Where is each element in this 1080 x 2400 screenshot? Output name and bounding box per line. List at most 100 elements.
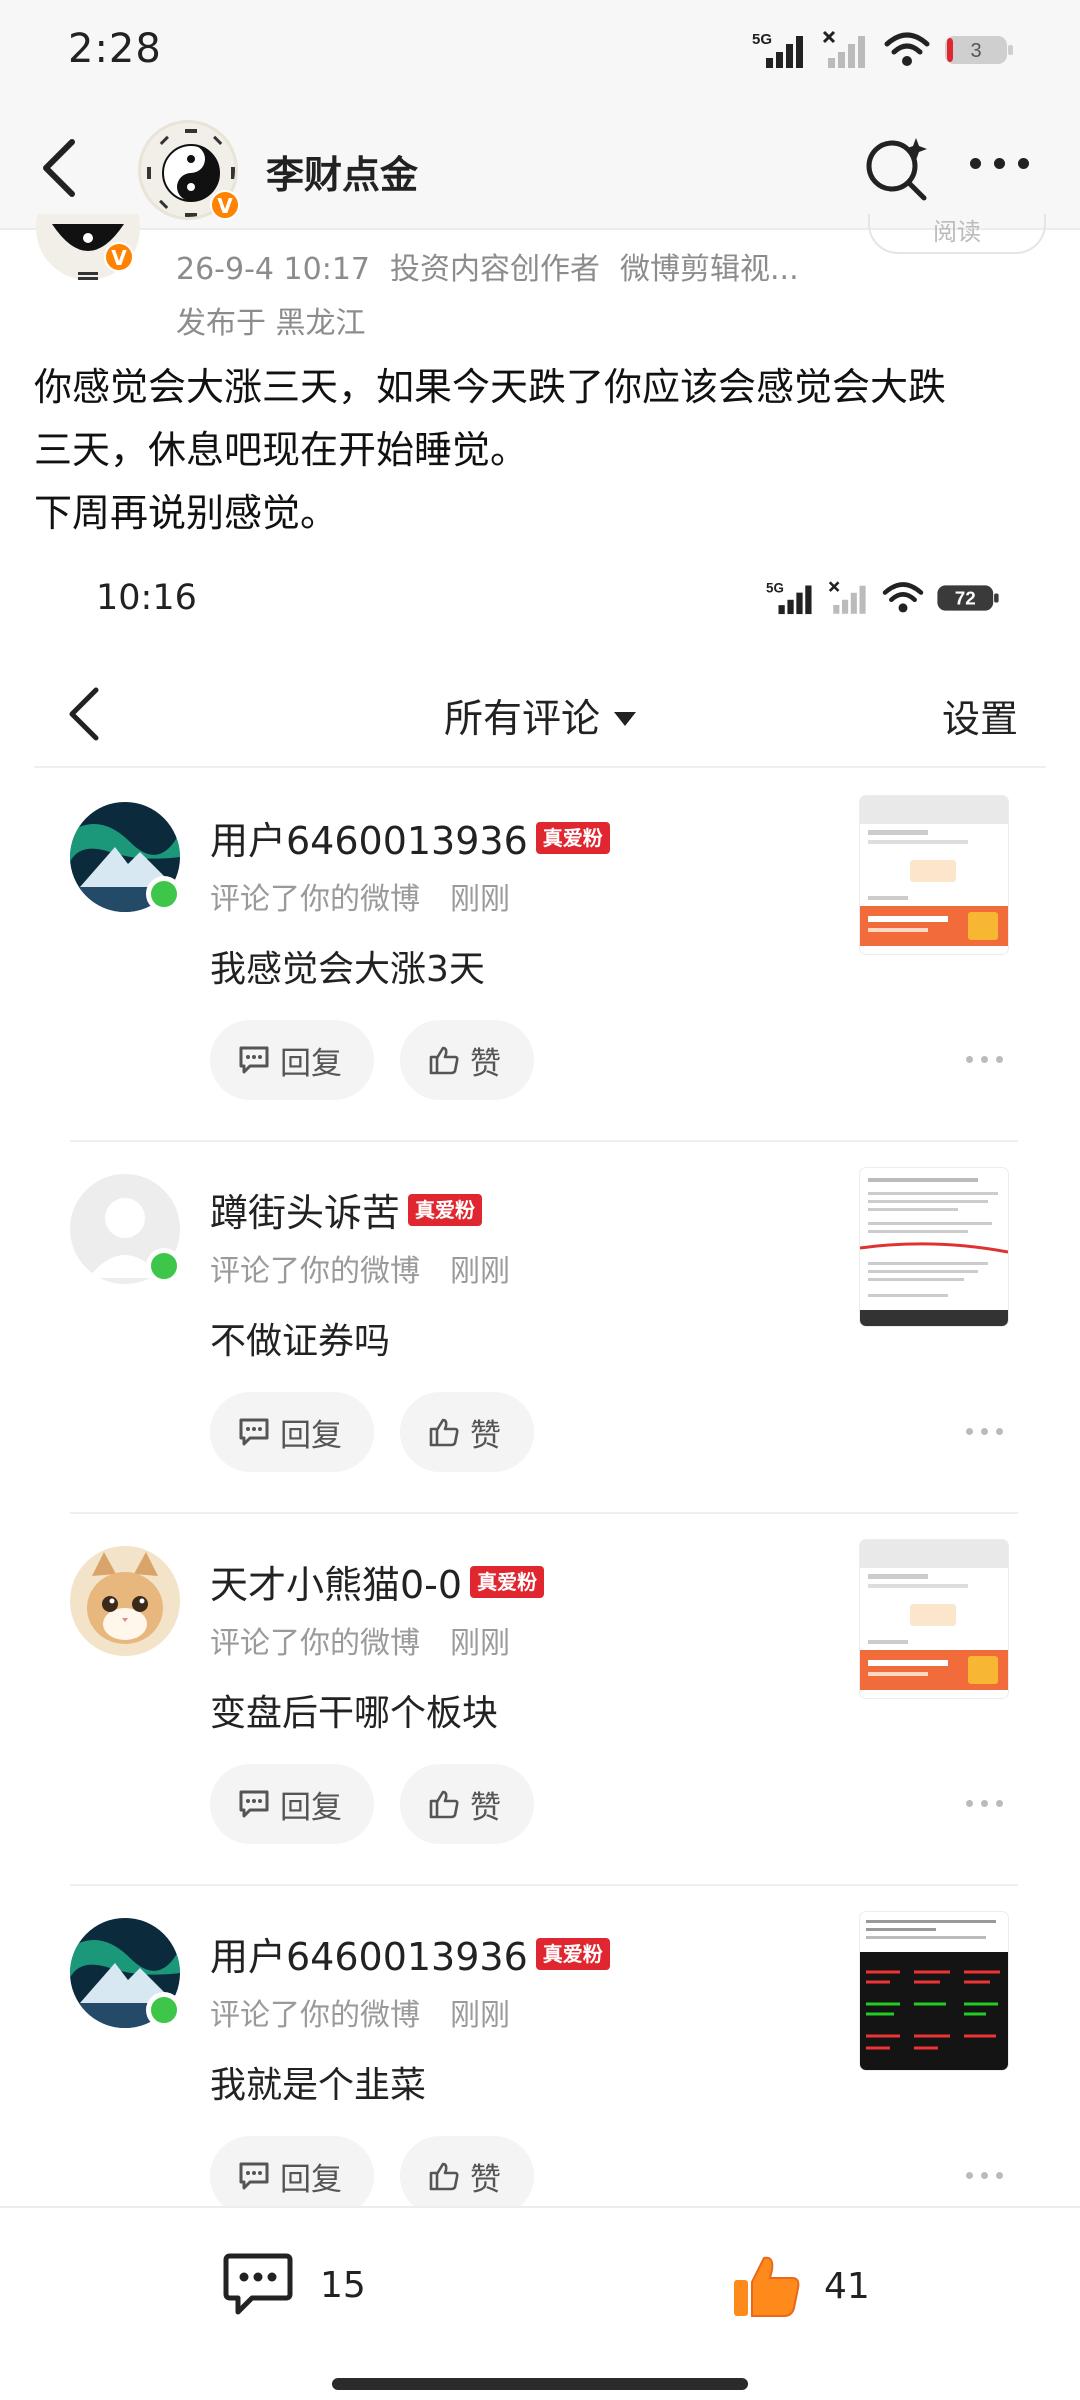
- post-thumbnail[interactable]: [860, 1540, 1008, 1698]
- user-avatar[interactable]: [70, 1546, 180, 1656]
- comment-username[interactable]: 用户6460013936 真爱粉: [210, 810, 610, 865]
- username-text: 天才小熊猫0-0: [210, 1563, 463, 1607]
- like-label: 赞: [470, 1789, 501, 1826]
- post-text-line: 你感觉会大涨三天，如果今天跌了你应该会感觉会大跌: [34, 365, 947, 409]
- post-thumbnail[interactable]: [860, 1912, 1008, 2070]
- reply-label: 回复: [280, 2161, 342, 2198]
- comment-username[interactable]: 天才小熊猫0-0 真爱粉: [210, 1554, 545, 1609]
- top-nav: V 李财点金: [0, 104, 1080, 230]
- signal-5g-icon: 5G: [766, 581, 812, 615]
- reply-label: 回复: [280, 1789, 342, 1826]
- status-time: 2:28: [68, 26, 162, 72]
- like-button[interactable]: 赞: [400, 1392, 534, 1472]
- thumbs-up-icon: [429, 2162, 459, 2191]
- comment-item[interactable]: 用户6460013936 真爱粉 评论了你的微博 刚刚 我感觉会大涨3天 回复 赞: [34, 770, 1046, 1142]
- like-label: 赞: [470, 2161, 501, 2198]
- screenshot-status-icons: 5G 72: [766, 578, 1000, 618]
- wifi-icon: [884, 32, 930, 66]
- verified-badge-icon: V: [210, 190, 240, 220]
- username-text: 蹲街头诉苦: [210, 1191, 401, 1235]
- comment-item[interactable]: 天才小熊猫0-0 真爱粉 评论了你的微博 刚刚 变盘后干哪个板块 回复 赞: [34, 1514, 1046, 1886]
- fan-badge: 真爱粉: [535, 1937, 610, 1970]
- signal-5g-icon: 5G: [752, 31, 803, 68]
- status-icons: 5G 3: [752, 28, 1014, 72]
- like-count-button[interactable]: 41: [730, 2250, 870, 2322]
- back-arrow-icon[interactable]: [32, 136, 92, 200]
- screenshot-time: 10:16: [96, 578, 197, 618]
- screenshot-status-bar: 10:16 5G 72: [34, 548, 1046, 648]
- post-meta: 26-9-4 10:17 投资内容创作者 微博剪辑视...: [176, 244, 799, 288]
- reply-label: 回复: [280, 1045, 342, 1082]
- account-name[interactable]: 李财点金: [266, 144, 418, 199]
- post-body: 你感觉会大涨三天，如果今天跌了你应该会感觉会大跌 三天，休息吧现在开始睡觉。 下…: [34, 356, 1044, 545]
- like-label: 赞: [470, 1417, 501, 1454]
- reply-button[interactable]: 回复: [210, 1020, 374, 1100]
- bottom-action-bar: 15 41: [0, 2206, 1080, 2400]
- thumbs-up-icon: [429, 1046, 459, 1075]
- svg-text:5G: 5G: [752, 31, 772, 48]
- fan-badge: 真爱粉: [470, 1565, 545, 1598]
- comment-time: 刚刚: [450, 1626, 510, 1661]
- online-status-dot: [146, 876, 182, 912]
- comment-subtitle: 评论了你的微博 刚刚: [210, 1246, 510, 1290]
- reply-button[interactable]: 回复: [210, 1392, 374, 1472]
- more-options-icon[interactable]: [966, 1056, 1003, 1063]
- post-location: 发布于 黑龙江: [176, 306, 366, 341]
- battery-icon: 72: [937, 585, 999, 611]
- post-text-line: 下周再说别感觉。: [34, 491, 339, 535]
- post-author-role: 投资内容创作者: [390, 252, 600, 287]
- like-count: 41: [824, 2265, 870, 2307]
- comment-count-button[interactable]: 15: [222, 2252, 366, 2318]
- svg-text:5G: 5G: [766, 581, 784, 596]
- comment-subtitle: 评论了你的微博 刚刚: [210, 874, 510, 918]
- thumbs-up-icon: [429, 1418, 459, 1447]
- username-text: 用户6460013936: [210, 819, 528, 863]
- reply-button[interactable]: 回复: [210, 2136, 374, 2208]
- comments-header: 所有评论 设置: [34, 648, 1046, 768]
- comment-text: 不做证券吗: [210, 1321, 391, 1362]
- comment-subtitle: 评论了你的微博 刚刚: [210, 1990, 510, 2034]
- post-thumbnail[interactable]: [860, 1168, 1008, 1326]
- comment-action: 评论了你的微博: [210, 1626, 420, 1661]
- like-button[interactable]: 赞: [400, 1764, 534, 1844]
- comment-filter-dropdown[interactable]: 所有评论: [34, 688, 1046, 744]
- reply-icon: [239, 2162, 269, 2190]
- comment-item[interactable]: 蹲街头诉苦 真爱粉 评论了你的微博 刚刚 不做证券吗 回复 赞: [34, 1142, 1046, 1514]
- screenshot-battery-level: 72: [955, 588, 976, 609]
- comment-text: 变盘后干哪个板块: [210, 1693, 499, 1734]
- online-status-dot: [146, 1248, 182, 1284]
- reply-icon: [239, 1418, 269, 1446]
- settings-link[interactable]: 设置: [942, 688, 1018, 743]
- home-indicator[interactable]: [332, 2378, 748, 2390]
- comment-time: 刚刚: [450, 1254, 510, 1289]
- fan-badge: 真爱粉: [535, 821, 610, 854]
- post-source: 微博剪辑视...: [620, 252, 799, 287]
- fan-badge: 真爱粉: [408, 1193, 483, 1226]
- username-text: 用户6460013936: [210, 1935, 528, 1979]
- more-options-icon[interactable]: [966, 2172, 1003, 2179]
- read-count-button[interactable]: 阅读: [868, 214, 1046, 254]
- embedded-screenshot[interactable]: 10:16 5G 72 所有评论 设置 用户6460013936 真爱粉 评论了…: [34, 548, 1046, 2208]
- search-sparkle-icon[interactable]: [862, 134, 932, 204]
- reply-label: 回复: [280, 1417, 342, 1454]
- more-options-icon[interactable]: [966, 1800, 1003, 1807]
- thumbs-up-icon: [429, 1790, 459, 1819]
- reply-icon: [239, 1046, 269, 1074]
- more-options-icon[interactable]: [970, 158, 1040, 178]
- comment-username[interactable]: 用户6460013936 真爱粉: [210, 1926, 610, 1981]
- comment-action: 评论了你的微博: [210, 1998, 420, 2033]
- comment-count: 15: [320, 2264, 366, 2306]
- post-thumbnail[interactable]: [860, 796, 1008, 954]
- reply-icon: [239, 1790, 269, 1818]
- comment-username[interactable]: 蹲街头诉苦 真爱粉: [210, 1182, 483, 1237]
- comment-action: 评论了你的微博: [210, 882, 420, 917]
- more-options-icon[interactable]: [966, 1428, 1003, 1435]
- reply-button[interactable]: 回复: [210, 1764, 374, 1844]
- comment-list: 用户6460013936 真爱粉 评论了你的微博 刚刚 我感觉会大涨3天 回复 赞: [34, 770, 1046, 2208]
- like-button[interactable]: 赞: [400, 1020, 534, 1100]
- comment-bubble-icon: [223, 2253, 293, 2315]
- like-button[interactable]: 赞: [400, 2136, 534, 2208]
- online-status-dot: [146, 1992, 182, 2028]
- status-bar: 2:28 5G 3: [0, 0, 1080, 104]
- comment-item[interactable]: 用户6460013936 真爱粉 评论了你的微博 刚刚 我就是个韭菜 回复 赞: [34, 1886, 1046, 2208]
